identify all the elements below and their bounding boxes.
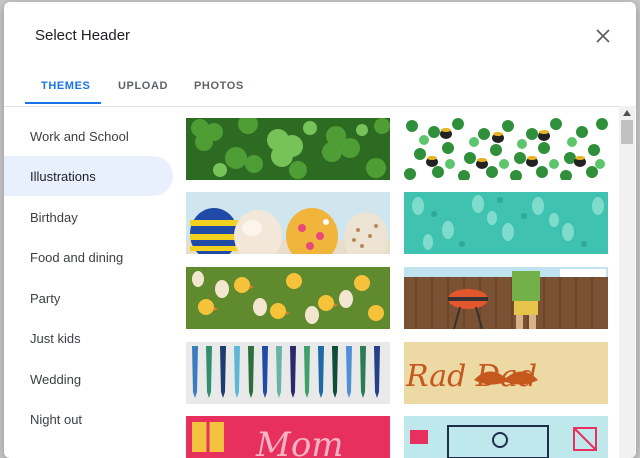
theme-thumbnail-easter-eggs[interactable] — [186, 192, 390, 254]
scrollbar-thumb[interactable] — [621, 120, 633, 144]
tab-themes[interactable]: THEMES — [41, 80, 90, 92]
theme-thumbnail-grill[interactable] — [404, 267, 608, 329]
dialog-title: Select Header — [35, 27, 131, 44]
select-header-dialog: Select Header THEMES UPLOAD PHOTOS Work … — [4, 2, 636, 458]
scrollbar-track[interactable] — [619, 106, 635, 458]
category-label: Night out — [30, 411, 83, 427]
category-night-out[interactable]: Night out — [4, 399, 173, 439]
tabs-divider — [4, 106, 636, 107]
category-label: Birthday — [30, 209, 78, 225]
theme-thumbnail-clover[interactable] — [186, 118, 390, 180]
category-label: Party — [30, 290, 61, 306]
category-food-and-dining[interactable]: Food and dining — [4, 237, 173, 277]
category-label: Work and School — [30, 128, 129, 144]
category-label: Just kids — [30, 330, 81, 346]
close-button[interactable] — [592, 25, 614, 47]
tab-upload[interactable]: UPLOAD — [118, 80, 168, 92]
close-icon — [596, 29, 610, 43]
category-label: Wedding — [30, 371, 82, 387]
category-just-kids[interactable]: Just kids — [4, 318, 173, 358]
theme-thumbnail-rad-dad[interactable]: Rad Dad — [404, 342, 608, 404]
active-tab-indicator — [25, 102, 101, 104]
category-label: Illustrations — [30, 168, 96, 184]
theme-thumbnail-kitchen[interactable] — [404, 416, 608, 458]
category-birthday[interactable]: Birthday — [4, 197, 173, 237]
mom-lettering: Mom — [255, 425, 344, 458]
category-party[interactable]: Party — [4, 278, 173, 318]
category-illustrations[interactable]: Illustrations — [4, 156, 173, 196]
chevron-up-icon — [623, 110, 631, 116]
theme-thumbnail-neckties[interactable] — [186, 342, 390, 404]
category-wedding[interactable]: Wedding — [4, 359, 173, 399]
category-label: Food and dining — [30, 249, 124, 265]
theme-thumbnail-pots-of-gold[interactable] — [404, 118, 608, 180]
theme-thumbnail-chicks[interactable] — [186, 267, 390, 329]
theme-thumbnail-mom[interactable]: Mom — [186, 416, 390, 458]
tab-photos[interactable]: PHOTOS — [194, 80, 244, 92]
category-work-and-school[interactable]: Work and School — [4, 116, 173, 156]
theme-thumbnail-teal-bunnies[interactable] — [404, 192, 608, 254]
scroll-up-button[interactable] — [619, 106, 635, 120]
